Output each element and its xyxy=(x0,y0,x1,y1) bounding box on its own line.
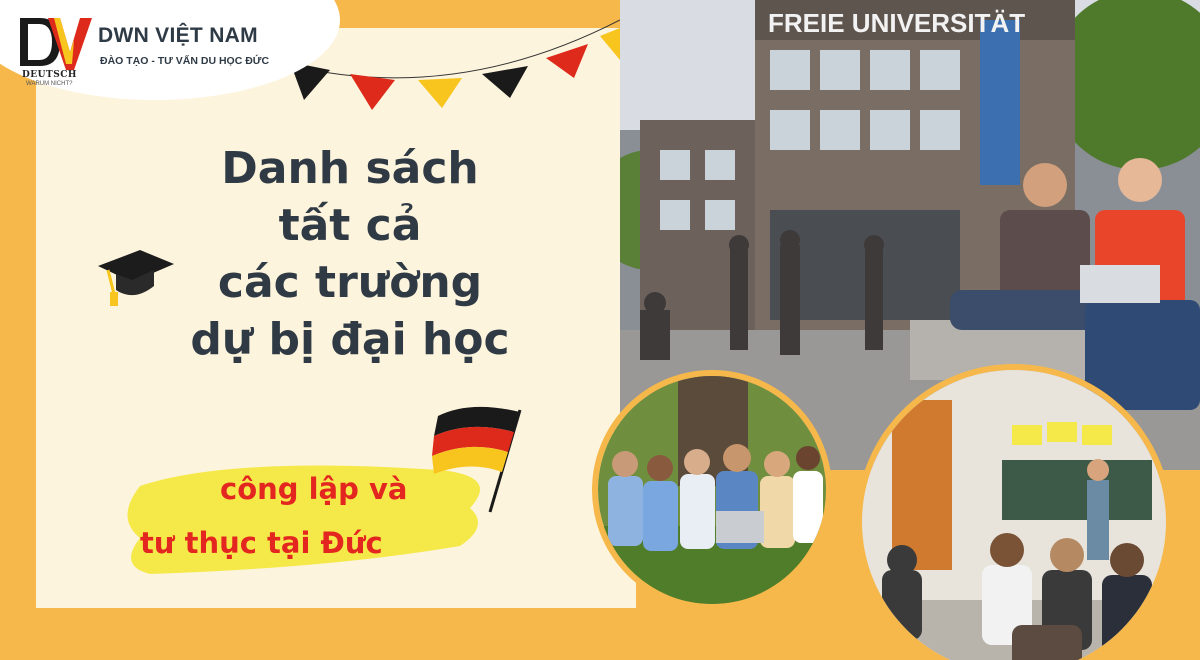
students-grass-photo xyxy=(592,370,832,610)
headline-line-2: tất cả xyxy=(278,200,422,251)
german-flag-icon xyxy=(432,406,522,513)
logo-subline-2: WARUM NICHT? xyxy=(26,81,73,87)
headline-line-3: các trường xyxy=(217,257,483,308)
headline: Danh sách tất cả các trường dự bị đại họ… xyxy=(120,140,580,368)
brand-name: DWN VIỆT NAM xyxy=(98,24,258,47)
subtitle-line-1: công lập và xyxy=(220,472,408,506)
subtitle-line-2: tư thục tại Đức xyxy=(140,526,383,560)
dwn-logo-icon xyxy=(20,18,92,70)
brand-tagline: ĐÀO TẠO - TƯ VẤN DU HỌC ĐỨC xyxy=(100,55,270,67)
building-sign: FREIE UNIVERSITÄT xyxy=(768,8,1025,38)
graduation-cap-icon xyxy=(98,250,174,306)
classroom-photo xyxy=(856,364,1172,660)
logo-subline-1: DEUTSCH xyxy=(22,70,77,80)
headline-line-4: dự bị đại học xyxy=(190,314,510,365)
banner: FREIE UNIVERSITÄT DEUTSCH WARUM NICHT? D… xyxy=(0,0,1200,660)
headline-line-1: Danh sách xyxy=(221,143,479,194)
